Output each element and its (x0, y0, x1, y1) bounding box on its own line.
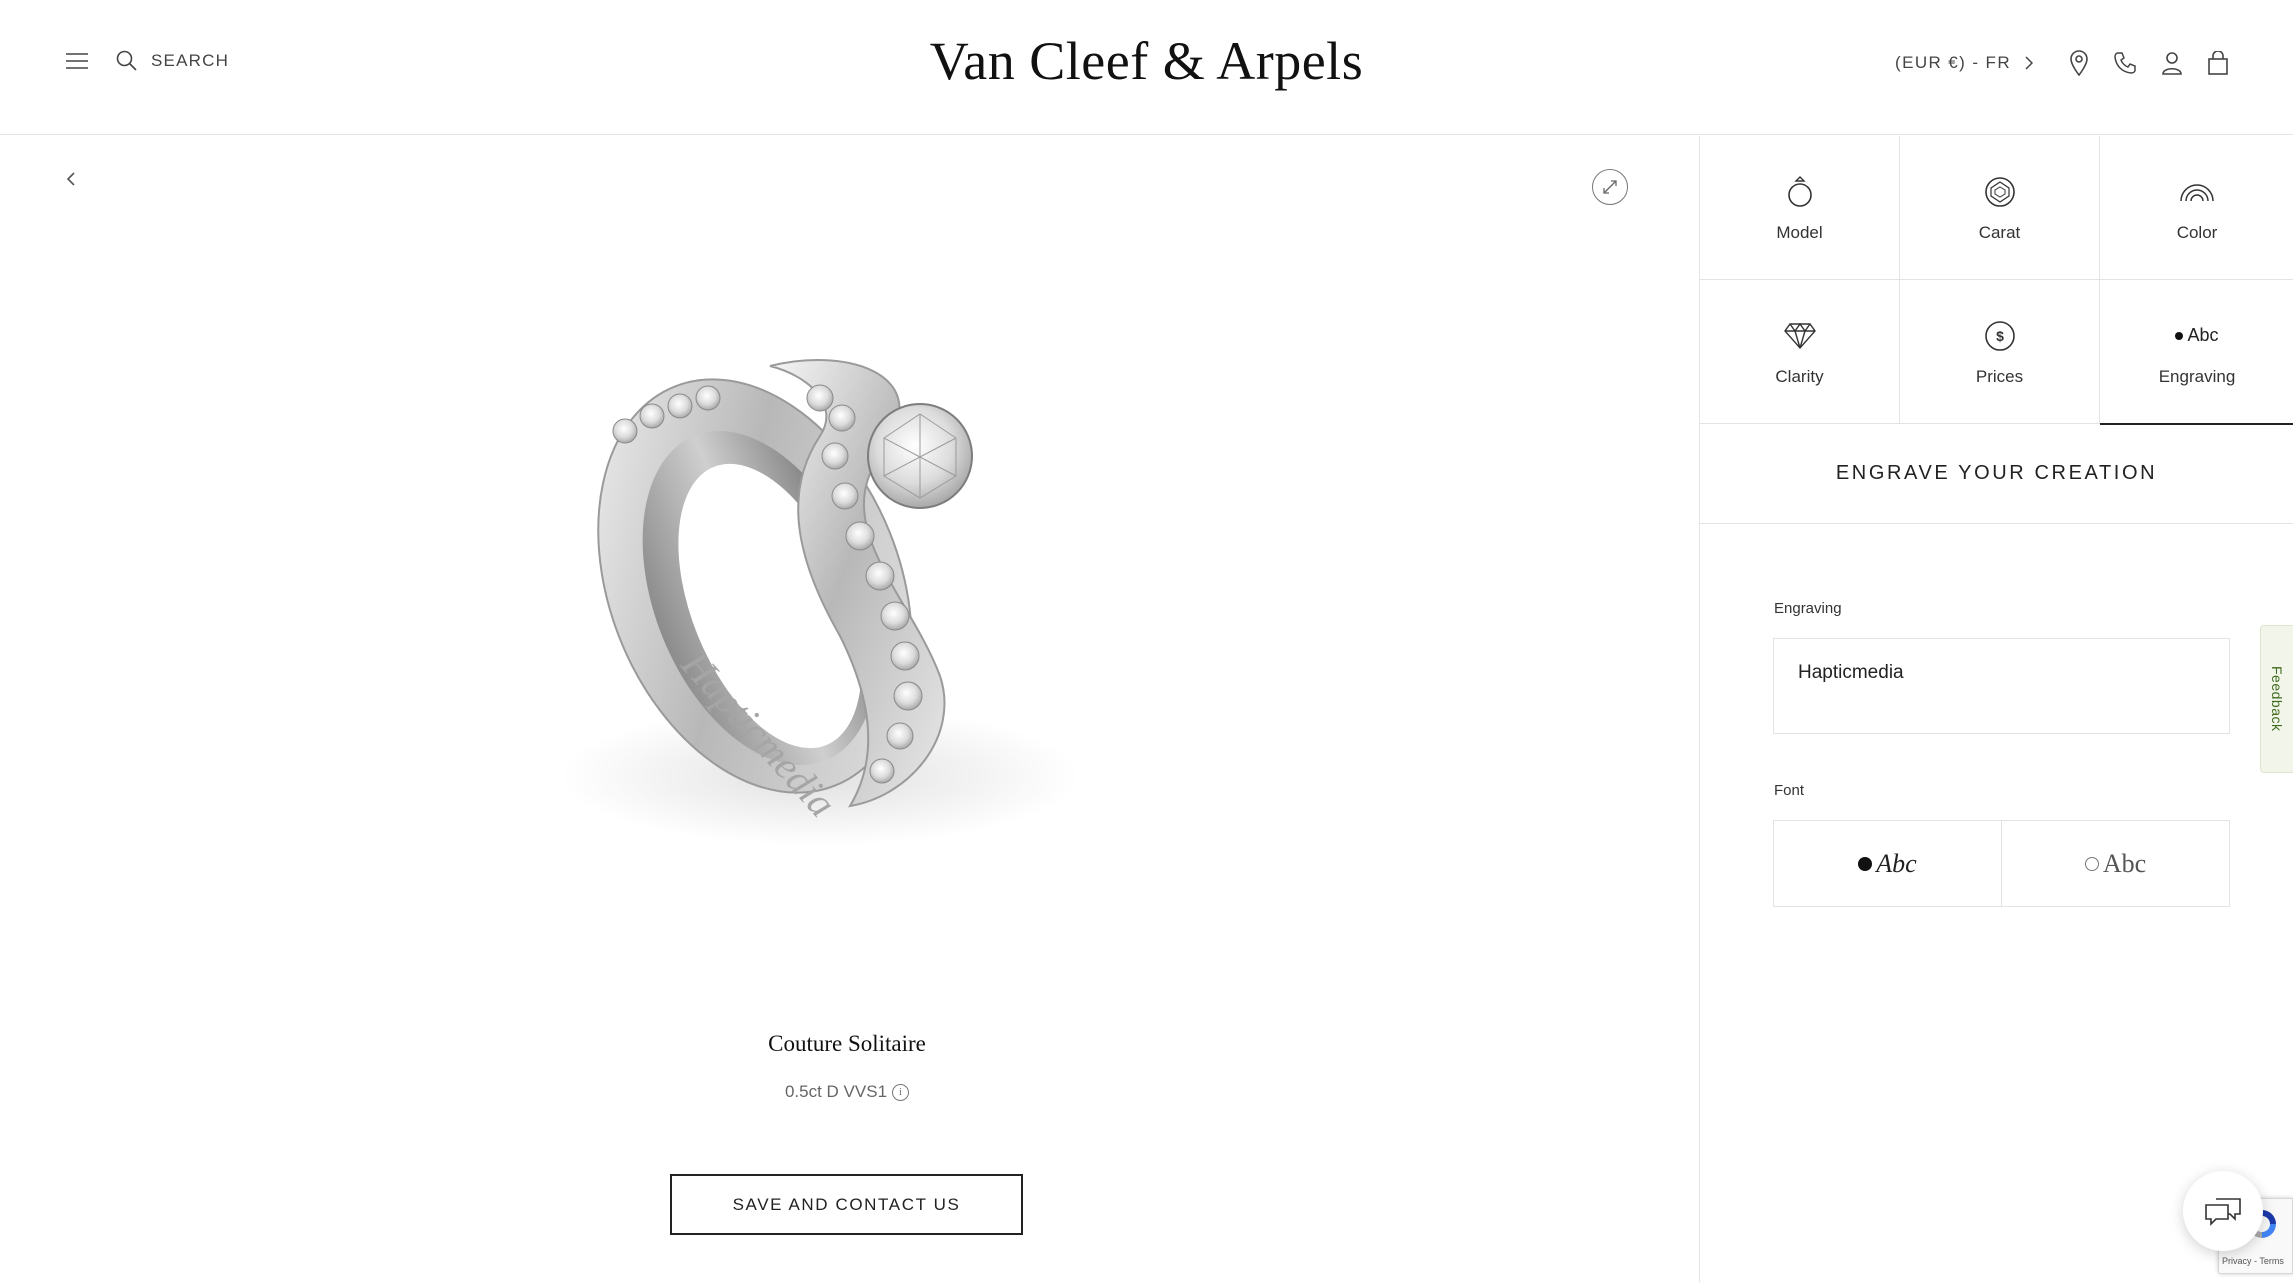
font-selector: Abc Abc (1773, 820, 2230, 907)
option-label: Engraving (2158, 366, 2236, 386)
font-option-script[interactable]: Abc (1774, 821, 2002, 906)
account-icon[interactable] (2161, 51, 2183, 75)
product-name: Couture Solitaire (768, 1031, 926, 1056)
ring-render[interactable]: Hapticmedia (520, 336, 1160, 896)
dollar-icon: $ (1984, 317, 2016, 355)
abc-icon: Abc (2175, 317, 2219, 355)
phone-icon[interactable] (2113, 51, 2137, 75)
option-label: Color (2176, 222, 2218, 242)
engraving-input[interactable] (1773, 638, 2230, 734)
rainbow-icon (2179, 173, 2215, 211)
feedback-label: Feedback (2269, 666, 2285, 732)
back-chevron-icon[interactable] (66, 172, 76, 186)
chat-bubble-icon (2204, 1196, 2242, 1226)
product-viewer: Hapticmedia Couture Solitaire 0.5ct D VV… (0, 136, 1699, 1282)
product-spec: 0.5ct D VVS1 i (0, 1082, 1694, 1102)
engraving-label: Engraving (1774, 600, 1842, 617)
save-and-contact-button[interactable]: SAVE AND CONTACT US (670, 1174, 1023, 1235)
diamond-top-icon (1984, 173, 2016, 211)
option-label: Prices (1975, 366, 2024, 386)
product-spec-text: 0.5ct D VVS1 (784, 1082, 888, 1101)
shopping-bag-icon[interactable] (2207, 51, 2229, 75)
font-label: Font (1774, 782, 1805, 799)
customizer-panel: Model Carat Color Clarity $ Prices Abc E… (1699, 136, 2293, 1282)
radio-unselected-icon (2084, 856, 2099, 871)
svg-text:$: $ (1996, 328, 2004, 344)
font-sample-serif: Abc (2102, 848, 2147, 878)
site-header: SEARCH Van Cleef & Arpels (EUR €) - FR (0, 0, 2293, 135)
option-carat[interactable]: Carat (1900, 136, 2100, 280)
option-label: Carat (1978, 222, 2021, 242)
locale-selector[interactable]: (EUR €) - FR (1895, 53, 2011, 73)
chat-button[interactable] (2183, 1171, 2263, 1251)
chevron-right-icon[interactable] (2025, 56, 2033, 70)
option-model[interactable]: Model (1700, 136, 1900, 280)
recaptcha-text[interactable]: Privacy - Terms (2222, 1256, 2284, 1266)
radio-selected-icon (1858, 856, 1873, 871)
font-sample-script: Abc (1876, 848, 1917, 878)
diamond-icon (1783, 317, 1816, 355)
option-engraving[interactable]: Abc Engraving (2100, 280, 2293, 425)
expand-icon[interactable] (1592, 169, 1628, 205)
option-color[interactable]: Color (2100, 136, 2293, 280)
option-clarity[interactable]: Clarity (1700, 280, 1900, 424)
option-label: Clarity (1775, 366, 1824, 386)
header-right: (EUR €) - FR (1895, 50, 2229, 76)
option-grid: Model Carat Color Clarity $ Prices Abc E… (1700, 136, 2293, 425)
option-label: Model (1776, 222, 1823, 242)
font-option-serif[interactable]: Abc (2002, 821, 2229, 906)
location-pin-icon[interactable] (2069, 50, 2089, 76)
feedback-tab[interactable]: Feedback (2260, 625, 2293, 773)
section-title: ENGRAVE YOUR CREATION (1700, 424, 2293, 524)
info-icon[interactable]: i (892, 1083, 910, 1101)
option-prices[interactable]: $ Prices (1900, 280, 2100, 424)
ring-icon (1786, 173, 1814, 211)
